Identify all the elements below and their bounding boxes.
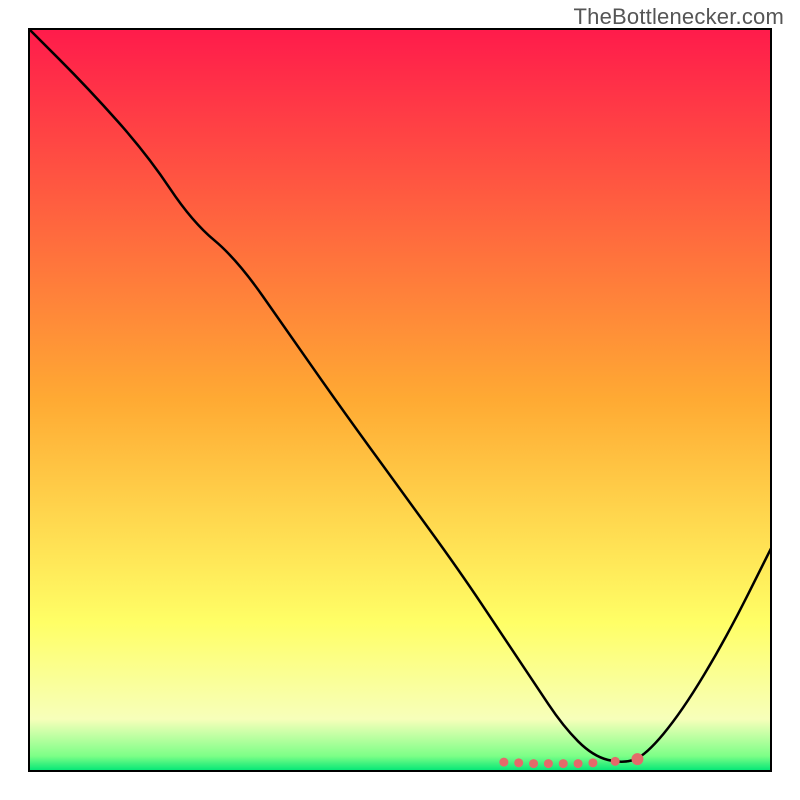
chart-marker-dot [559,759,568,768]
chart-area [28,28,772,772]
chart-marker-dot [499,758,508,767]
chart-marker-dot [631,753,643,765]
chart-background [29,29,771,771]
page-root: TheBottlenecker.com [0,0,800,800]
watermark-text: TheBottlenecker.com [574,4,784,30]
chart-marker-dot [611,757,620,766]
chart-marker-dot [574,759,583,768]
chart-svg [28,28,772,772]
chart-marker-dot [529,759,538,768]
chart-marker-dot [588,758,597,767]
chart-marker-dot [544,759,553,768]
chart-marker-dot [514,758,523,767]
